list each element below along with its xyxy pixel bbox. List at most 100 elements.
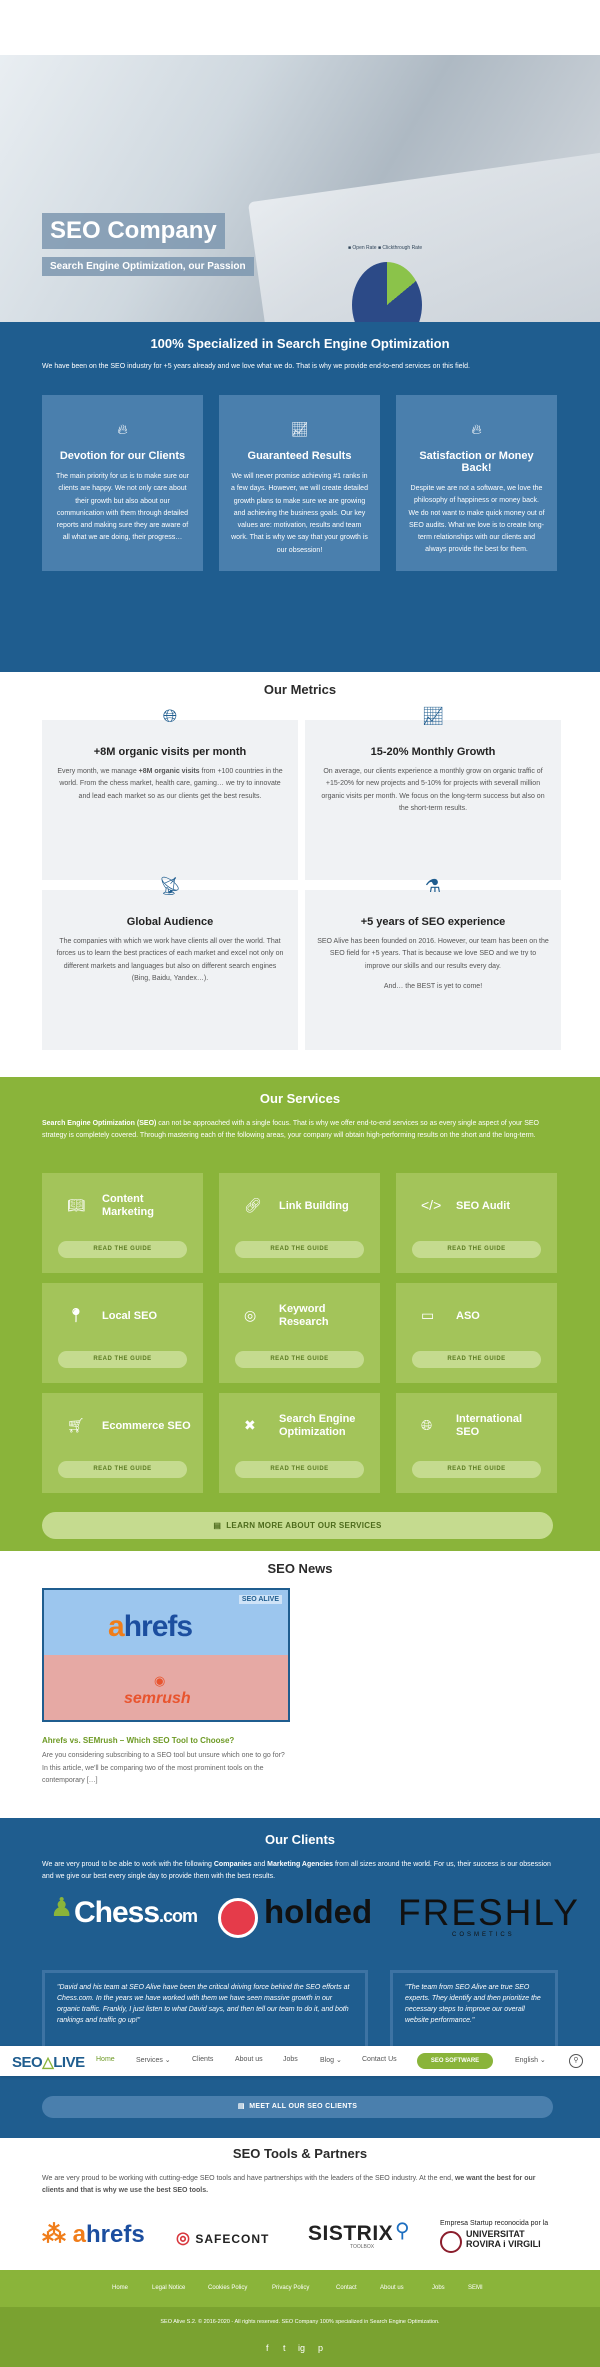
nav-item-contact-us[interactable]: Contact Us	[362, 2056, 397, 2063]
clients-intro: We are very proud to be able to work wit…	[42, 1861, 551, 1881]
instagram-icon[interactable]: ig	[298, 2343, 305, 2353]
read-guide-button[interactable]: READ THE GUIDE	[235, 1461, 364, 1478]
service-card-ecommerce-seo[interactable]: 🛒︎ Ecommerce SEO READ THE GUIDE	[42, 1393, 203, 1493]
urv-caption: Empresa Startup reconocida por la	[440, 2220, 549, 2227]
podcast-icon: 📡︎	[158, 876, 182, 896]
briefcase-icon: ▤	[213, 1521, 222, 1530]
services-section: Our Services Search Engine Optimization …	[0, 1077, 600, 1551]
metric-card: 📈︎ 15-20% Monthly Growth On average, our…	[305, 706, 561, 880]
read-guide-button[interactable]: READ THE GUIDE	[58, 1241, 187, 1258]
service-label: ASO	[456, 1309, 480, 1322]
hero-chart-legend: ■ Open Rate ■ Clickthrough Rate	[348, 245, 423, 251]
service-label: Ecommerce SEO	[102, 1419, 191, 1432]
news-title: SEO News	[267, 1561, 333, 1576]
search-icon[interactable]: ⚲	[569, 2054, 583, 2068]
chart-icon: 📈︎	[290, 421, 309, 437]
nav-item-clients[interactable]: Clients	[192, 2056, 213, 2063]
read-guide-button[interactable]: READ THE GUIDE	[412, 1241, 541, 1258]
service-label: SEO Audit	[456, 1199, 510, 1212]
twitter-icon[interactable]: t	[283, 2343, 286, 2353]
chart-icon: 📈︎	[421, 706, 445, 726]
footer-link-jobs[interactable]: Jobs	[432, 2285, 445, 2291]
footer-link-home[interactable]: Home	[112, 2285, 128, 2291]
metrics-title: Our Metrics	[263, 682, 337, 697]
news-excerpt: Are you considering subscribing to a SEO…	[42, 1752, 285, 1785]
seo-alive-logo[interactable]: SEO△LIVE	[12, 2053, 85, 2071]
metric-title: +8M organic visits per month	[93, 746, 247, 758]
section-intro: We have been on the SEO industry for +5 …	[42, 363, 470, 370]
read-guide-button[interactable]: READ THE GUIDE	[235, 1351, 364, 1368]
service-card-local-seo[interactable]: 📍︎ Local SEO READ THE GUIDE	[42, 1283, 203, 1383]
page: ■ Open Rate ■ Clickthrough Rate SEO Comp…	[0, 0, 600, 2367]
link-icon: 🔗︎	[244, 1197, 262, 1213]
seo-alive-mini-logo: SEO ALIVE	[238, 1595, 282, 1604]
news-thumbnail-bottom	[44, 1655, 288, 1720]
target-icon: ◎	[244, 1307, 257, 1323]
footer-link-legal[interactable]: Legal Notice	[152, 2285, 185, 2291]
nav-item-home[interactable]: Home	[96, 2056, 115, 2063]
learn-more-label: LEARN MORE ABOUT OUR SERVICES	[226, 1521, 382, 1530]
footer-link-privacy[interactable]: Privacy Policy	[272, 2285, 309, 2291]
service-label: Content Marketing	[102, 1193, 154, 1218]
metric-card: 📡︎ Global Audience The companies with wh…	[42, 876, 298, 1050]
read-guide-button[interactable]: READ THE GUIDE	[58, 1351, 187, 1368]
clients-section: Our Clients We are very proud to be able…	[0, 1818, 600, 2138]
service-card-aso[interactable]: ▭ ASO READ THE GUIDE	[396, 1283, 557, 1383]
feature-title: Devotion for our Clients	[59, 450, 186, 462]
nav-item-jobs[interactable]: Jobs	[283, 2056, 298, 2063]
metric-title: +5 years of SEO experience	[360, 916, 506, 928]
footer-link-contact[interactable]: Contact	[336, 2285, 357, 2291]
feature-text: The main priority for us is to make sure…	[55, 473, 190, 542]
pawn-icon: ♟︎	[50, 1892, 74, 1922]
magnifier-icon: ⚲	[395, 2220, 410, 2242]
read-guide-button[interactable]: READ THE GUIDE	[412, 1461, 541, 1478]
metric-text: SEO Alive has been founded on 2016. Howe…	[317, 938, 549, 970]
metric-title: 15-20% Monthly Growth	[370, 746, 496, 758]
book-icon: 📖︎	[67, 1197, 85, 1213]
tools-icon: ✖	[244, 1417, 256, 1433]
seo-software-button[interactable]: SEO SOFTWARE	[417, 2053, 493, 2069]
language-select[interactable]: English ⌄	[515, 2056, 546, 2064]
copyright-text: SEO Alive S.2. © 2016-2020 - All rights …	[160, 2319, 440, 2325]
metric-text: Every month, we manage +8M organic visit…	[57, 768, 283, 800]
news-thumbnail[interactable]: SEO ALIVE ahrefs ◉ semrush	[42, 1588, 290, 1722]
service-card-search-engine-optimization[interactable]: ✖ Search Engine Optimization READ THE GU…	[219, 1393, 380, 1493]
footer-link-semi[interactable]: SEMI	[468, 2285, 483, 2291]
feature-text: We will never promise achieving #1 ranks…	[231, 473, 368, 554]
nav-item-services[interactable]: Services ⌄	[136, 2056, 171, 2064]
clients-title: Our Clients	[264, 1832, 336, 1847]
nav-item-about-us[interactable]: About us	[235, 2056, 263, 2063]
service-label: Search Engine Optimization	[279, 1413, 356, 1438]
hero-banner: ■ Open Rate ■ Clickthrough Rate SEO Comp…	[0, 55, 600, 322]
briefcase-icon: ▤	[237, 2103, 245, 2110]
feature-card: 🔥︎ Devotion for our Clients The main pri…	[42, 395, 203, 571]
read-guide-button[interactable]: READ THE GUIDE	[235, 1241, 364, 1258]
pinterest-icon[interactable]: p	[318, 2343, 323, 2353]
service-card-keyword-research[interactable]: ◎ Keyword Research READ THE GUIDE	[219, 1283, 380, 1383]
news-post-title-link[interactable]: Ahrefs vs. SEMrush – Which SEO Tool to C…	[42, 1736, 234, 1745]
footer-link-about[interactable]: About us	[380, 2285, 404, 2291]
services-intro: Search Engine Optimization (SEO) can not…	[42, 1120, 539, 1140]
sistrix-sub: TOOLBOX	[350, 2244, 375, 2250]
service-label: Link Building	[279, 1199, 349, 1212]
footer-link-cookies[interactable]: Cookies Policy	[208, 2285, 247, 2291]
metric-text: On average, our clients experience a mon…	[321, 768, 545, 812]
semrush-fire-icon: ◉	[154, 1673, 166, 1688]
read-guide-button[interactable]: READ THE GUIDE	[412, 1351, 541, 1368]
service-card-international-seo[interactable]: 🌐︎ International SEO READ THE GUIDE	[396, 1393, 557, 1493]
service-card-content-marketing[interactable]: 📖︎ Content Marketing READ THE GUIDE	[42, 1173, 203, 1273]
metric-extra: And… the BEST is yet to come!	[383, 982, 483, 990]
specialized-section: 100% Specialized in Search Engine Optimi…	[0, 322, 600, 672]
feature-card: 📈︎ Guaranteed Results We will never prom…	[219, 395, 380, 571]
service-card-seo-audit[interactable]: </> SEO Audit READ THE GUIDE	[396, 1173, 557, 1273]
meet-clients-button[interactable]: ▤ MEET ALL OUR SEO CLIENTS	[42, 2096, 553, 2118]
services-title: Our Services	[259, 1091, 341, 1106]
service-card-link-building[interactable]: 🔗︎ Link Building READ THE GUIDE	[219, 1173, 380, 1273]
learn-more-services-button[interactable]: ▤ LEARN MORE ABOUT OUR SERVICES	[42, 1512, 553, 1539]
nav-item-blog[interactable]: Blog ⌄	[320, 2056, 342, 2064]
service-label: Keyword Research	[279, 1303, 329, 1328]
read-guide-button[interactable]: READ THE GUIDE	[58, 1461, 187, 1478]
cart-icon: 🛒︎	[67, 1417, 85, 1433]
facebook-icon[interactable]: f	[266, 2343, 269, 2353]
service-label: International SEO	[456, 1413, 523, 1438]
